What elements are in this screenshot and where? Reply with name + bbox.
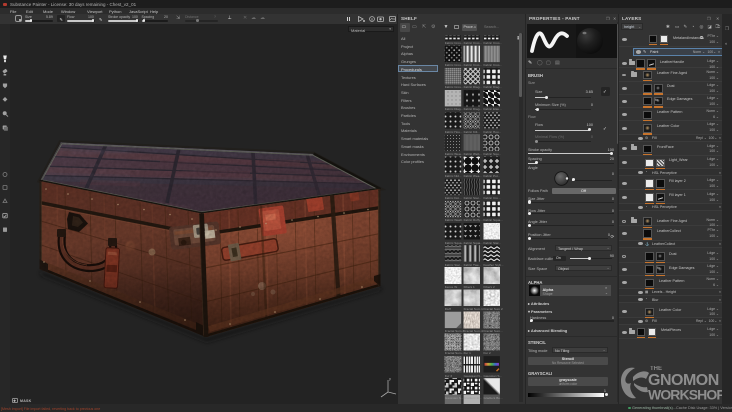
svg-text:WORKSHOP: WORKSHOP: [648, 386, 722, 402]
svg-text:y: y: [389, 376, 391, 381]
